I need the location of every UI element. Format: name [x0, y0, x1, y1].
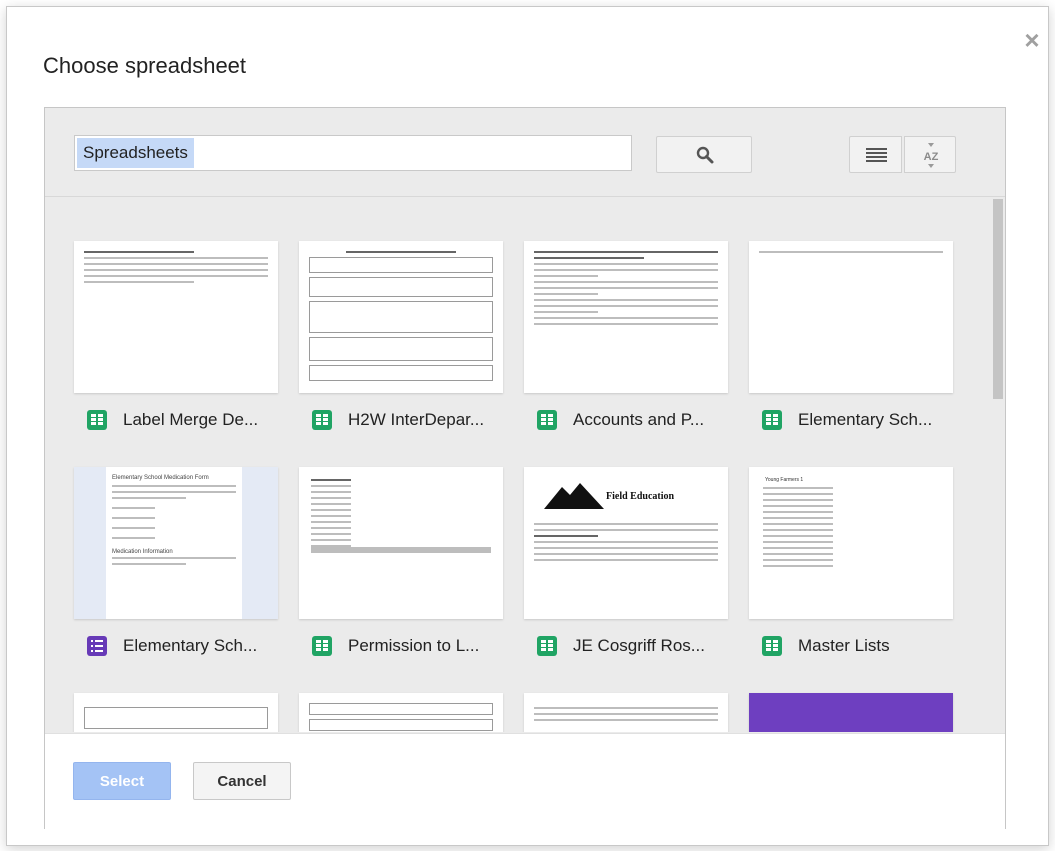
spreadsheet-icon: [762, 636, 782, 656]
form-icon: [87, 636, 107, 656]
file-tile[interactable]: Young Farmers 1 Master Lists: [749, 467, 953, 656]
cancel-button[interactable]: Cancel: [193, 762, 291, 800]
file-tile[interactable]: [749, 693, 953, 732]
thumbnail-heading: Young Farmers 1: [765, 477, 804, 483]
file-thumbnail[interactable]: [749, 693, 953, 732]
list-view-button[interactable]: [849, 136, 902, 173]
select-button[interactable]: Select: [73, 762, 171, 800]
file-caption[interactable]: Elementary Sch...: [87, 631, 287, 661]
file-name[interactable]: Label Merge De...: [123, 410, 258, 430]
file-thumbnail[interactable]: [74, 693, 278, 732]
file-tile[interactable]: Elementary Sch...: [749, 241, 953, 430]
search-input[interactable]: Spreadsheets: [74, 135, 632, 171]
picker-toolbar: Spreadsheets AZ: [45, 108, 1005, 197]
svg-text:AZ: AZ: [924, 151, 939, 163]
file-thumbnail[interactable]: [299, 693, 503, 732]
file-caption[interactable]: Master Lists: [762, 631, 962, 661]
file-thumbnail[interactable]: Young Farmers 1: [749, 467, 953, 619]
spreadsheet-icon: [312, 636, 332, 656]
file-grid: Label Merge De... H2W InterDepar... Acco…: [45, 197, 1005, 732]
file-caption[interactable]: H2W InterDepar...: [312, 405, 512, 435]
file-thumbnail[interactable]: [299, 241, 503, 393]
scrollbar-thumb[interactable]: [993, 199, 1003, 399]
file-thumbnail[interactable]: Field Education: [524, 467, 728, 619]
sort-az-button[interactable]: AZ: [904, 136, 956, 173]
file-name[interactable]: H2W InterDepar...: [348, 410, 484, 430]
close-icon[interactable]: ×: [1019, 27, 1045, 53]
mountain-logo-icon: [544, 483, 604, 509]
spreadsheet-icon: [537, 636, 557, 656]
file-thumbnail[interactable]: [74, 241, 278, 393]
file-name[interactable]: JE Cosgriff Ros...: [573, 636, 705, 656]
vertical-scrollbar[interactable]: [991, 197, 1005, 732]
search-icon: [696, 146, 714, 164]
thumbnail-heading: Field Education: [606, 491, 675, 502]
dialog-footer: Select Cancel: [45, 733, 1005, 829]
file-picker-panel: Spreadsheets AZ Label Merge De... H2W In…: [44, 107, 1006, 829]
file-caption[interactable]: JE Cosgriff Ros...: [537, 631, 737, 661]
file-caption[interactable]: Permission to L...: [312, 631, 512, 661]
file-thumbnail[interactable]: [524, 693, 728, 732]
file-tile[interactable]: Accounts and P...: [524, 241, 728, 430]
spreadsheet-icon: [537, 410, 557, 430]
file-thumbnail[interactable]: [299, 467, 503, 619]
file-thumbnail[interactable]: [749, 241, 953, 393]
file-tile[interactable]: Permission to L...: [299, 467, 503, 656]
file-name[interactable]: Accounts and P...: [573, 410, 704, 430]
file-tile[interactable]: [299, 693, 503, 732]
thumbnail-form-title: Elementary School Medication Form: [112, 475, 209, 481]
list-view-icon: [866, 148, 887, 162]
spreadsheet-icon: [312, 410, 332, 430]
file-caption[interactable]: Label Merge De...: [87, 405, 287, 435]
file-thumbnail[interactable]: Elementary School Medication Form Medica…: [74, 467, 278, 619]
spreadsheet-icon: [762, 410, 782, 430]
file-tile[interactable]: Field Education JE Cosgriff Ros...: [524, 467, 728, 656]
dialog-title: Choose spreadsheet: [43, 53, 247, 78]
sort-az-icon: AZ: [924, 143, 939, 168]
file-thumbnail[interactable]: [524, 241, 728, 393]
file-caption[interactable]: Elementary Sch...: [762, 405, 962, 435]
file-name[interactable]: Master Lists: [798, 636, 890, 656]
file-tile[interactable]: H2W InterDepar...: [299, 241, 503, 430]
file-name[interactable]: Permission to L...: [348, 636, 479, 656]
file-tile[interactable]: Elementary School Medication Form Medica…: [74, 467, 278, 656]
file-tile[interactable]: [74, 693, 278, 732]
search-query-chip[interactable]: Spreadsheets: [77, 138, 194, 168]
thumbnail-form-section: Medication Information: [112, 549, 173, 555]
file-name[interactable]: Elementary Sch...: [123, 636, 257, 656]
search-button[interactable]: [656, 136, 752, 173]
file-caption[interactable]: Accounts and P...: [537, 405, 737, 435]
file-tile[interactable]: [524, 693, 728, 732]
spreadsheet-icon: [87, 410, 107, 430]
choose-spreadsheet-dialog: × Choose spreadsheet Spreadsheets AZ Lab…: [6, 6, 1049, 846]
file-name[interactable]: Elementary Sch...: [798, 410, 932, 430]
file-tile[interactable]: Label Merge De...: [74, 241, 278, 430]
